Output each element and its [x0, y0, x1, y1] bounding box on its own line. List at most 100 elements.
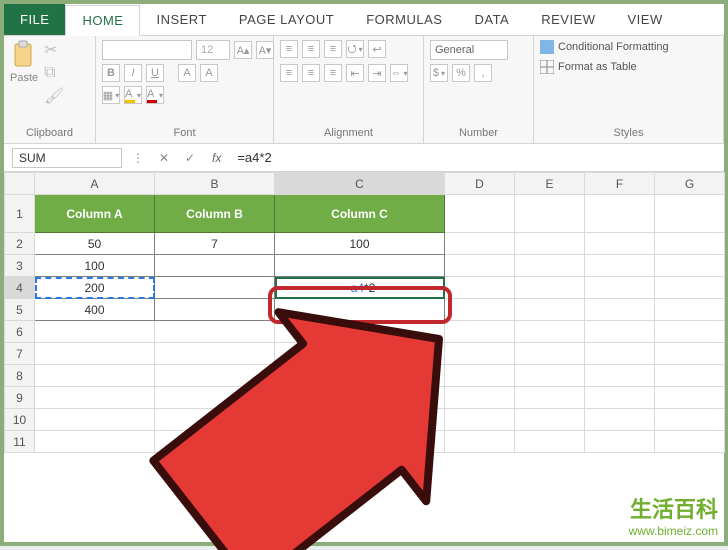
- cell-D10[interactable]: [445, 409, 515, 431]
- cell-G8[interactable]: [655, 365, 725, 387]
- align-left-icon[interactable]: ≡: [280, 64, 298, 82]
- cell-C10[interactable]: [275, 409, 445, 431]
- col-header-F[interactable]: F: [585, 173, 655, 195]
- tab-home[interactable]: HOME: [65, 5, 140, 36]
- fx-icon[interactable]: fx: [206, 151, 227, 165]
- cell-A10[interactable]: [35, 409, 155, 431]
- row-header-11[interactable]: 11: [5, 431, 35, 453]
- tab-formulas[interactable]: FORMULAS: [350, 4, 458, 35]
- cell-B7[interactable]: [155, 343, 275, 365]
- cell-F6[interactable]: [585, 321, 655, 343]
- row-header-2[interactable]: 2: [5, 233, 35, 255]
- cell-E4[interactable]: [515, 277, 585, 299]
- accept-formula-button[interactable]: ✓: [180, 151, 200, 165]
- merge-center-icon[interactable]: ⇔: [390, 64, 408, 82]
- comma-icon[interactable]: ,: [474, 64, 492, 82]
- decrease-font-icon[interactable]: A▾: [256, 41, 274, 59]
- font-grow-icon[interactable]: A: [178, 64, 196, 82]
- row-header-7[interactable]: 7: [5, 343, 35, 365]
- cell-B3[interactable]: [155, 255, 275, 277]
- cell-A2[interactable]: 50: [35, 233, 155, 255]
- cell-A9[interactable]: [35, 387, 155, 409]
- cell-F8[interactable]: [585, 365, 655, 387]
- cancel-formula-button[interactable]: ✕: [154, 151, 174, 165]
- cell-A3[interactable]: 100: [35, 255, 155, 277]
- cell-A7[interactable]: [35, 343, 155, 365]
- row-header-1[interactable]: 1: [5, 195, 35, 233]
- cell-E1[interactable]: [515, 195, 585, 233]
- align-middle-icon[interactable]: ≡: [302, 40, 320, 58]
- orientation-icon[interactable]: ⭯: [346, 40, 364, 58]
- copy-icon[interactable]: ⧉: [44, 64, 64, 82]
- font-size-combo[interactable]: [196, 40, 230, 60]
- row-header-10[interactable]: 10: [5, 409, 35, 431]
- increase-font-icon[interactable]: A▴: [234, 41, 252, 59]
- currency-icon[interactable]: $: [430, 64, 448, 82]
- cell-C7[interactable]: [275, 343, 445, 365]
- formula-input[interactable]: [233, 150, 716, 165]
- cell-C2[interactable]: 100: [275, 233, 445, 255]
- border-button[interactable]: ▦: [102, 86, 120, 104]
- row-header-9[interactable]: 9: [5, 387, 35, 409]
- cell-D8[interactable]: [445, 365, 515, 387]
- cut-icon[interactable]: ✂: [44, 40, 64, 60]
- cell-A11[interactable]: [35, 431, 155, 453]
- cell-D3[interactable]: [445, 255, 515, 277]
- row-header-5[interactable]: 5: [5, 299, 35, 321]
- cell-G10[interactable]: [655, 409, 725, 431]
- wrap-text-icon[interactable]: ↩: [368, 40, 386, 58]
- row-header-6[interactable]: 6: [5, 321, 35, 343]
- cell-E8[interactable]: [515, 365, 585, 387]
- cell-B11[interactable]: [155, 431, 275, 453]
- percent-icon[interactable]: %: [452, 64, 470, 82]
- tab-review[interactable]: REVIEW: [525, 4, 611, 35]
- format-as-table-button[interactable]: Format as Table: [540, 60, 637, 74]
- align-bottom-icon[interactable]: ≡: [324, 40, 342, 58]
- cell-F11[interactable]: [585, 431, 655, 453]
- cell-E5[interactable]: [515, 299, 585, 321]
- cell-C1[interactable]: Column C: [275, 195, 445, 233]
- cell-G6[interactable]: [655, 321, 725, 343]
- cell-D6[interactable]: [445, 321, 515, 343]
- italic-button[interactable]: I: [124, 64, 142, 82]
- cell-G5[interactable]: [655, 299, 725, 321]
- cell-A4[interactable]: 200: [35, 277, 155, 299]
- align-right-icon[interactable]: ≡: [324, 64, 342, 82]
- tab-insert[interactable]: INSERT: [140, 4, 222, 35]
- row-header-4[interactable]: 4: [5, 277, 35, 299]
- tab-data[interactable]: DATA: [458, 4, 525, 35]
- spreadsheet-grid[interactable]: A B C D E F G 1 Column A Column B Column…: [4, 172, 724, 453]
- name-box[interactable]: [12, 148, 122, 168]
- cell-G2[interactable]: [655, 233, 725, 255]
- cell-D1[interactable]: [445, 195, 515, 233]
- col-header-E[interactable]: E: [515, 173, 585, 195]
- cell-B5[interactable]: [155, 299, 275, 321]
- cell-B1[interactable]: Column B: [155, 195, 275, 233]
- font-shrink-icon[interactable]: A: [200, 64, 218, 82]
- cell-C5[interactable]: [275, 299, 445, 321]
- cell-A5[interactable]: 400: [35, 299, 155, 321]
- cell-E11[interactable]: [515, 431, 585, 453]
- cell-E2[interactable]: [515, 233, 585, 255]
- cell-B8[interactable]: [155, 365, 275, 387]
- cell-A6[interactable]: [35, 321, 155, 343]
- underline-button[interactable]: U: [146, 64, 164, 82]
- font-color-button[interactable]: A: [146, 86, 164, 104]
- cell-D7[interactable]: [445, 343, 515, 365]
- col-header-D[interactable]: D: [445, 173, 515, 195]
- tab-file[interactable]: FILE: [4, 4, 65, 35]
- align-center-icon[interactable]: ≡: [302, 64, 320, 82]
- cell-B9[interactable]: [155, 387, 275, 409]
- cell-E3[interactable]: [515, 255, 585, 277]
- cell-F10[interactable]: [585, 409, 655, 431]
- tab-view[interactable]: VIEW: [612, 4, 679, 35]
- cell-F2[interactable]: [585, 233, 655, 255]
- cell-B2[interactable]: 7: [155, 233, 275, 255]
- cell-G7[interactable]: [655, 343, 725, 365]
- select-all-corner[interactable]: [5, 173, 35, 195]
- fill-color-button[interactable]: A: [124, 86, 142, 104]
- indent-inc-icon[interactable]: ⇥: [368, 64, 386, 82]
- cell-G4[interactable]: [655, 277, 725, 299]
- cell-E6[interactable]: [515, 321, 585, 343]
- paste-button[interactable]: Paste: [10, 40, 38, 84]
